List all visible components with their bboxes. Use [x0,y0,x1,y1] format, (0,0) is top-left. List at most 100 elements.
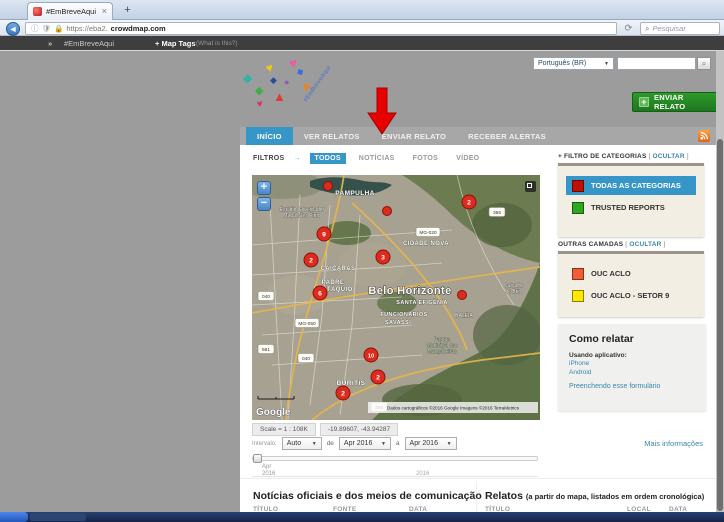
filter-video[interactable]: VÍDEO [451,153,484,164]
url-prefix: https://eba2. [66,24,107,33]
how-to-title: Como relatar [569,333,695,345]
layers-title: OUTRAS CAMADAS [ OCULTAR ] [558,241,666,248]
interval-select[interactable]: Auto▼ [282,437,322,450]
categories-hide-link[interactable]: OCULTAR [653,153,685,160]
interval-label: Intervalo: [252,441,277,447]
tracking-shield-icon[interactable]: 🛡 [42,25,52,33]
taskbar-item[interactable] [30,513,86,521]
map-marker[interactable]: 9 [317,227,331,241]
from-month-select[interactable]: Apr 2016▼ [339,437,391,450]
map-marker[interactable]: 3 [376,250,390,264]
map-marker[interactable] [324,182,333,191]
back-button[interactable]: ◄ [6,22,20,36]
scrollbar-thumb[interactable] [717,139,723,511]
layers-panel: OUC ACLO OUC ACLO - SETOR 9 [558,251,704,317]
what-is-this-link[interactable]: (What is this?) [196,40,238,47]
news-section-title: Notícias oficiais e dos meios de comunic… [253,490,482,502]
submit-report-button[interactable]: + ENVIAR RELATO [632,92,720,112]
filter-noticias[interactable]: NOTÍCIAS [354,153,400,164]
nav-tab-inicio[interactable]: INÍCIO [246,127,293,145]
map-attribution: Dados cartográficos ©2016 Google Imagens… [387,405,520,411]
bottom-section: Notícias oficiais e dos meios de comunic… [240,478,716,512]
google-logo[interactable]: Google [256,407,291,418]
map-marker[interactable]: 2 [462,195,476,209]
tab-title: #EmBreveAqui [46,7,98,16]
to-month-select[interactable]: Apr 2016▼ [405,437,457,450]
to-label: a [396,440,400,447]
nav-tab-receber-alertas[interactable]: RECEBER ALERTAS [457,127,557,145]
logo-diamond-icon: ◆ [255,86,263,97]
map-meta: Scale = 1 : 108K -19.89607, -43.94287 [252,423,398,436]
timeline-slider-handle[interactable] [253,454,262,463]
marker-count: 6 [318,290,322,297]
map-expand-icon[interactable] [525,181,536,192]
browser-tab[interactable]: #EmBreveAqui × [27,2,113,20]
marker-count: 2 [467,199,471,206]
overflow-chevron-icon[interactable]: » [48,39,52,48]
road-shield-label: 040 [302,356,310,362]
new-tab-button[interactable]: + [119,4,136,18]
map-zoom-in-button[interactable]: + [257,181,271,195]
category-filter-panel: TODAS AS CATEGORIAS TRUSTED REPORTS [558,163,704,237]
layer-ouc-aclo-setor-9[interactable]: OUC ACLO - SETOR 9 [566,286,696,305]
road-shield-label: 581 [262,347,270,353]
start-button[interactable] [0,512,28,522]
site-link[interactable]: #EmBreveAqui [64,39,114,48]
timeline-slider[interactable] [252,456,538,461]
color-swatch-icon [572,202,584,214]
map-marker[interactable]: 6 [313,286,327,300]
map-marker[interactable]: 2 [336,386,350,400]
rss-icon[interactable] [698,130,710,142]
map-coordinates: -19.89607, -43.94287 [320,423,398,436]
browser-search-box[interactable]: ⌕ Pesquisar [640,22,720,35]
url-bar[interactable]: ⓘ 🛡 🔒 https://eba2.crowdmap.com [25,22,617,35]
filter-fotos[interactable]: FOTOS [408,153,443,164]
page-info-icon[interactable]: ⓘ [31,25,39,33]
browser-scrollbar[interactable] [716,51,724,512]
road-shield-label: MG-020 [419,230,437,236]
reports-section-subtitle: (a partir do mapa, listados em ordem cro… [526,492,704,501]
map-marker[interactable] [383,207,392,216]
language-select[interactable]: Português (BR) ▼ [533,57,614,70]
category-label: TODAS AS CATEGORIAS [591,181,681,190]
https-lock-icon[interactable]: 🔒 [54,25,63,33]
marker-count: 2 [309,257,313,264]
app-link-iphone[interactable]: iPhone [569,360,695,369]
site-search-button[interactable]: ⌕ [697,57,711,70]
category-trusted-reports[interactable]: TRUSTED REPORTS [566,198,696,217]
reload-icon[interactable]: ⟳ [622,22,635,35]
from-label: de [327,440,334,447]
tab-close-icon[interactable]: × [102,7,107,16]
annotation-arrow-icon [366,87,398,135]
site-logo[interactable]: ♥ ♥ ◆ ■ ♥ ◆ ◆ ● ▲ ♥ #EmBreveAqui [243,56,343,122]
map-marker[interactable]: 2 [371,370,385,384]
map-place-label: FUNCIONÁRIOS [380,311,427,318]
timeline-axis-line [252,476,538,477]
logo-heart-icon: ♥ [264,61,274,75]
category-todas-as-categorias[interactable]: TODAS AS CATEGORIAS [566,176,696,195]
filter-todos[interactable]: TODOS [310,153,346,164]
nav-tab-ver-relatos[interactable]: VER RELATOS [293,127,371,145]
map-zoom-out-button[interactable]: − [257,197,271,211]
app-link-android[interactable]: Android [569,369,695,378]
map-place-label: PAMPULHA [335,190,375,197]
map-place-label: CIDADE NOVA [403,241,449,247]
filters-bar: FILTROS → TODOSNOTÍCIASFOTOSVÍDEO [253,153,484,164]
form-link[interactable]: Preenchendo esse formulário [569,383,695,392]
logo-triangle-icon: ▲ [273,90,286,103]
logo-cube-icon: ■ [296,67,304,78]
timeline-controls: Intervalo: Auto▼ de Apr 2016▼ a Apr 2016… [252,437,457,450]
map-marker[interactable]: 10 [364,348,378,362]
map-marker[interactable]: 2 [304,253,318,267]
map-marker[interactable] [458,291,467,300]
map-tags-link[interactable]: + Map Tags [155,39,196,48]
layers-hide-link[interactable]: OCULTAR [629,241,661,248]
map-place-label: SAVASSI [385,320,411,326]
submit-report-label: ENVIAR RELATO [654,93,713,111]
more-info-link[interactable]: Mais informações [644,439,703,448]
layer-ouc-aclo[interactable]: OUC ACLO [566,264,696,283]
map-canvas[interactable]: 356MG-020040MG-050581040356 PAMPULHAEstá… [252,175,540,420]
site-search-input[interactable] [617,57,696,70]
layer-label: OUC ACLO [591,269,631,278]
plus-icon: + [639,97,649,107]
